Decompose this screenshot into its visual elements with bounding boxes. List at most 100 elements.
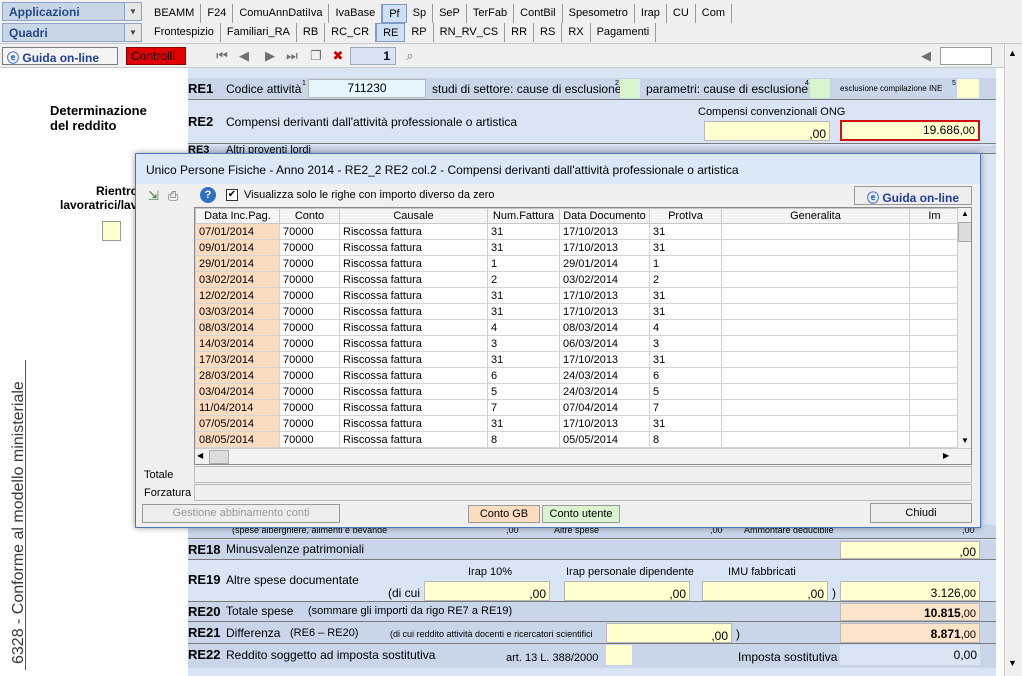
column-header[interactable]: Conto — [279, 208, 340, 224]
conto-gb-button[interactable]: Conto GB — [468, 505, 540, 523]
studi-settore-field[interactable] — [620, 79, 640, 98]
table-row[interactable]: 03/04/2014 70000 Riscossa fattura 5 24/03/20… — [195, 383, 960, 400]
next-page-icon[interactable]: ▶ — [262, 48, 278, 64]
column-header[interactable]: Num.Fattura — [487, 208, 560, 224]
column-header[interactable]: ProtIva — [649, 208, 722, 224]
main-scrollbar[interactable]: ▲ ▼ — [1004, 44, 1022, 676]
tab-rc-cr[interactable]: RC_CR — [325, 23, 377, 42]
scroll-up-icon[interactable]: ▲ — [961, 209, 969, 218]
column-header[interactable]: Data Inc.Pag. — [195, 208, 280, 224]
esclusione-field[interactable] — [957, 79, 979, 98]
scroll-left-icon[interactable]: ◀ — [197, 451, 203, 460]
altre-spese-field[interactable]: 3.126,00 — [840, 581, 980, 601]
chevron-down-icon[interactable]: ▼ — [124, 3, 141, 20]
table-row[interactable]: 29/01/2014 70000 Riscossa fattura 1 29/01/20… — [195, 255, 960, 272]
imu-field[interactable]: ,00 — [702, 581, 828, 601]
prev-page-icon[interactable]: ◀ — [236, 48, 252, 64]
tab-rp[interactable]: RP — [405, 23, 434, 42]
visualizza-checkbox[interactable]: ✔ — [226, 189, 238, 201]
table-row[interactable]: 17/03/2014 70000 Riscossa fattura 31 17/10/2… — [195, 351, 960, 368]
tab-rs[interactable]: RS — [534, 23, 563, 42]
grid-vscroll-thumb[interactable] — [958, 222, 971, 242]
tab-rb[interactable]: RB — [297, 23, 326, 42]
codice-attivita-field[interactable]: 711230 — [308, 79, 426, 98]
rientro-label: Rientro lavoratrici/lavo — [60, 184, 145, 212]
search-field[interactable] — [940, 47, 992, 65]
tab-pf[interactable]: Pf — [382, 4, 407, 23]
table-row[interactable]: 09/01/2014 70000 Riscossa fattura 31 17/10/2… — [195, 239, 960, 256]
tab-rn-rv-cs[interactable]: RN_RV_CS — [434, 23, 506, 42]
scroll-right-icon[interactable]: ▶ — [943, 451, 949, 460]
zoom-icon[interactable]: ⌕ — [402, 48, 418, 64]
table-cell: Riscossa fattura — [339, 431, 488, 448]
table-row[interactable]: 11/04/2014 70000 Riscossa fattura 7 07/04/20… — [195, 399, 960, 416]
gestione-abbinamento-button[interactable]: Gestione abbinamento conti — [142, 504, 340, 523]
table-row[interactable]: 07/05/2014 70000 Riscossa fattura 31 17/10/2… — [195, 415, 960, 432]
compensi-field[interactable]: 19.686,00 — [840, 120, 980, 141]
table-row[interactable]: 07/01/2014 70000 Riscossa fattura 31 17/10/2… — [195, 223, 960, 240]
irap-personale-field[interactable]: ,00 — [564, 581, 690, 601]
tab-pagamenti[interactable]: Pagamenti — [591, 23, 657, 42]
tab-rr[interactable]: RR — [505, 23, 535, 42]
column-header[interactable]: Im — [909, 208, 960, 224]
guida-online-button[interactable]: ⓔ Guida on-line — [2, 47, 118, 65]
table-row[interactable]: 08/05/2014 70000 Riscossa fattura 8 05/05/20… — [195, 431, 960, 448]
tab-comuanndatiiva[interactable]: ComuAnnDatiIva — [233, 4, 330, 23]
table-row[interactable]: 03/03/2014 70000 Riscossa fattura 31 17/10/2… — [195, 303, 960, 320]
reddito-sostitutiva-field[interactable] — [606, 645, 632, 665]
copy-icon[interactable]: ❐ — [308, 48, 324, 64]
table-row[interactable]: 03/02/2014 70000 Riscossa fattura 2 03/02/20… — [195, 271, 960, 288]
tab-terfab[interactable]: TerFab — [467, 4, 515, 23]
grid-hscroll-thumb[interactable] — [209, 450, 229, 464]
table-cell: 05/05/2014 — [559, 431, 650, 448]
table-row[interactable]: 14/03/2014 70000 Riscossa fattura 3 06/03/20… — [195, 335, 960, 352]
parametri-field[interactable] — [810, 79, 830, 98]
tab-contbil[interactable]: ContBil — [514, 4, 563, 23]
conto-utente-button[interactable]: Conto utente — [542, 505, 620, 523]
chiudi-button[interactable]: Chiudi — [870, 503, 972, 523]
tab-rx[interactable]: RX — [562, 23, 591, 42]
irap10-field[interactable]: ,00 — [424, 581, 550, 601]
rientro-field[interactable] — [102, 221, 121, 241]
tab-re[interactable]: RE — [376, 23, 406, 42]
print-icon[interactable]: ⎙ — [168, 188, 178, 204]
tab-com[interactable]: Com — [696, 4, 733, 23]
tab-f24[interactable]: F24 — [201, 4, 234, 23]
tab-cu[interactable]: CU — [667, 4, 696, 23]
table-row[interactable]: 08/03/2014 70000 Riscossa fattura 4 08/03/20… — [195, 319, 960, 336]
export-icon[interactable]: ⇲ — [148, 188, 159, 204]
minusvalenze-field[interactable]: ,00 — [840, 541, 980, 559]
grid-vscroll[interactable]: ▲ ▼ — [957, 208, 971, 448]
grid-hscroll[interactable]: ◀ ▶ — [195, 448, 971, 464]
delete-page-icon[interactable]: ✖ — [330, 48, 346, 64]
tab-sep[interactable]: SeP — [433, 4, 467, 23]
chevron-down-icon[interactable]: ▼ — [124, 24, 141, 41]
table-cell — [721, 255, 910, 272]
tab-spesometro[interactable]: Spesometro — [563, 4, 635, 23]
quadri-dropdown[interactable]: Quadri ▼ — [2, 23, 142, 42]
tab-irap[interactable]: Irap — [635, 4, 667, 23]
controlli-button[interactable]: Controlli — [126, 47, 186, 65]
scroll-down-icon[interactable]: ▼ — [1008, 658, 1017, 668]
applicazioni-dropdown[interactable]: Applicazioni ▼ — [2, 2, 142, 21]
tab-sp[interactable]: Sp — [407, 4, 434, 23]
scroll-up-icon[interactable]: ▲ — [1008, 48, 1017, 58]
first-page-icon[interactable]: ⏮ — [214, 48, 230, 64]
compensi-ong-field[interactable]: ,00 — [704, 121, 830, 141]
column-header[interactable]: Data Documento — [559, 208, 650, 224]
scroll-left-icon[interactable]: ◀ — [918, 48, 934, 64]
column-header[interactable]: Causale — [339, 208, 488, 224]
table-row[interactable]: 28/03/2014 70000 Riscossa fattura 6 24/03/20… — [195, 367, 960, 384]
column-header[interactable]: Generalita — [721, 208, 910, 224]
dialog-guida-button[interactable]: ⓔ Guida on-line — [854, 186, 972, 205]
help-icon[interactable]: ? — [200, 187, 216, 203]
reddito-docenti-field[interactable]: ,00 — [606, 623, 732, 643]
last-page-icon[interactable]: ⏭ — [284, 48, 300, 64]
page-number-field[interactable]: 1 — [350, 47, 396, 65]
tab-ivabase[interactable]: IvaBase — [329, 4, 383, 23]
table-row[interactable]: 12/02/2014 70000 Riscossa fattura 31 17/10/2… — [195, 287, 960, 304]
scroll-down-icon[interactable]: ▼ — [961, 436, 969, 445]
tab-familiari-ra[interactable]: Familiari_RA — [221, 23, 297, 42]
tab-frontespizio[interactable]: Frontespizio — [148, 23, 221, 42]
tab-beamm[interactable]: BEAMM — [148, 4, 202, 23]
